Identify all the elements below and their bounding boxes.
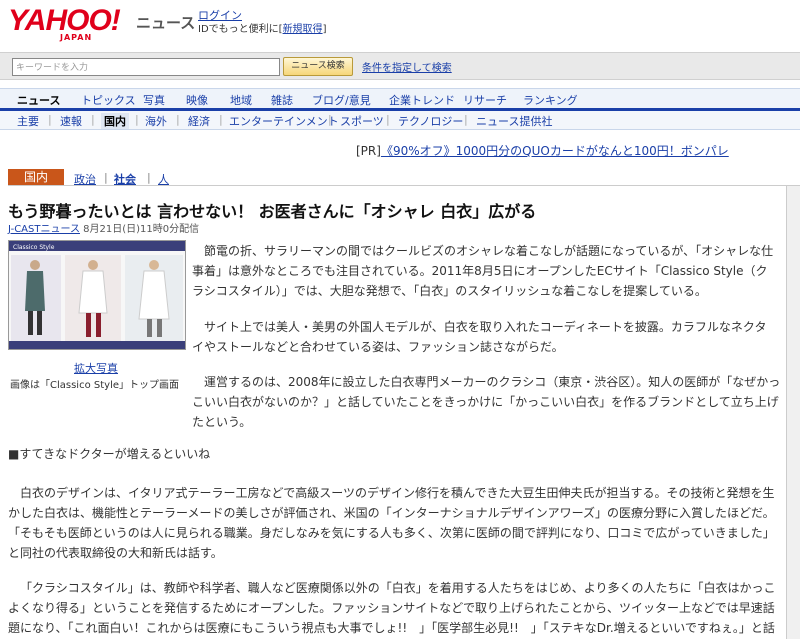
article-byline: J-CASTニュース 8月21日(日)11時0分配信 (8, 220, 199, 235)
subnav-providers[interactable]: ニュース提供社 (476, 113, 552, 129)
article-paragraph: 運営するのは、2008年に設立した白衣専門メーカーのクラシコ（東京・渋谷区）。知… (192, 375, 781, 429)
article-paragraph: 「クラシコスタイル」は、教師や科学者、職人など医療関係以外の「白衣」を着用する人… (8, 581, 776, 635)
login-desc: IDでもっと便利に[新規取得] (198, 20, 326, 35)
subnav-economy[interactable]: 経済 (188, 113, 210, 129)
sub-nav: 主要 | 速報 | 国内 | 海外 | 経済 | エンターテインメント | スポ… (0, 111, 800, 130)
subnav-main[interactable]: 主要 (17, 113, 39, 129)
subnav-sep: | (176, 113, 180, 126)
nav-ranking[interactable]: ランキング (523, 92, 578, 108)
subnav-sep: | (135, 113, 139, 126)
nav-trend[interactable]: 企業トレンド (389, 92, 455, 108)
subnav-entertainment[interactable]: エンターテインメント (229, 113, 339, 129)
category-society[interactable]: 社会 (114, 171, 136, 187)
category-current: 国内 (8, 169, 64, 186)
news-search-button[interactable]: ニュース検索 (283, 57, 353, 76)
article-source[interactable]: J-CASTニュース (8, 224, 80, 235)
search-input[interactable]: キーワードを入力 (12, 58, 280, 76)
subnav-sep: | (91, 113, 95, 126)
subnav-sep: | (386, 113, 390, 126)
category-sep: | (147, 171, 151, 184)
signup-link[interactable]: 新規取得 (283, 24, 323, 35)
article-subheading: ■すてきなドクターが増えるといいね (8, 447, 211, 461)
subnav-sports[interactable]: スポーツ (340, 113, 384, 129)
pr-prefix: [PR] (356, 144, 381, 158)
main-nav: ニュース トピックス 写真 映像 地域 雑誌 ブログ/意見 企業トレンド リサー… (0, 88, 800, 109)
subnav-technology[interactable]: テクノロジー (398, 113, 463, 129)
photo-title: Classico Style (13, 244, 55, 251)
nav-blog[interactable]: ブログ/意見 (312, 92, 371, 108)
section-name[interactable]: ニュース (136, 12, 195, 33)
subnav-sep: | (219, 113, 223, 126)
scrollbar[interactable] (786, 186, 800, 639)
category-politics[interactable]: 政治 (74, 171, 96, 187)
nav-local[interactable]: 地域 (230, 92, 252, 108)
article-date: 8月21日(日)11時0分配信 (83, 224, 200, 235)
subnav-sep: | (48, 113, 52, 126)
nav-topics[interactable]: トピックス (81, 92, 136, 108)
pr-ad: [PR]《90%オフ》1000円分のQUOカードがなんと100円！ボンパレ (356, 142, 729, 159)
subnav-sep: | (464, 113, 468, 126)
article-paragraph: サイト上では美人・美男の外国人モデルが、白衣を取り入れたコーディネートを披露。カ… (192, 320, 767, 354)
nav-photos[interactable]: 写真 (143, 92, 165, 108)
photo-illustration: Classico Style (9, 241, 185, 349)
article-paragraph: 節電の折、サラリーマンの間ではクールビズのオシャレな着こなしが話題になっているが… (192, 244, 774, 298)
subnav-breaking[interactable]: 速報 (60, 113, 82, 129)
article-paragraph: 白衣のデザインは、イタリア式テーラー工房などで高級スーツのデザイン修行を積んでき… (8, 486, 775, 560)
nav-news[interactable]: ニュース (17, 92, 60, 108)
yahoo-logo[interactable]: YAHOO! (8, 6, 121, 36)
yahoo-logo-japan: JAPAN (60, 33, 93, 42)
advanced-search-link[interactable]: 条件を指定して検索 (362, 59, 452, 74)
category-people[interactable]: 人 (158, 171, 169, 187)
nav-magazine[interactable]: 雑誌 (271, 92, 293, 108)
pr-link[interactable]: 《90%オフ》1000円分のQUOカードがなんと100円！ボンパレ (381, 144, 729, 158)
subnav-sep: | (328, 113, 332, 126)
category-sep: | (104, 171, 108, 184)
subnav-domestic[interactable]: 国内 (101, 113, 129, 129)
nav-research[interactable]: リサーチ (463, 92, 507, 108)
article-photo[interactable]: Classico Style (8, 240, 186, 350)
login-desc-prefix: IDでもっと便利に[ (198, 24, 283, 35)
subnav-world[interactable]: 海外 (145, 113, 167, 129)
nav-video[interactable]: 映像 (186, 92, 208, 108)
article-headline: もう野暮ったいとは 言わせない！ お医者さんに「オシャレ 白衣」広がる (8, 202, 537, 221)
login-desc-suffix: ] (322, 24, 327, 35)
